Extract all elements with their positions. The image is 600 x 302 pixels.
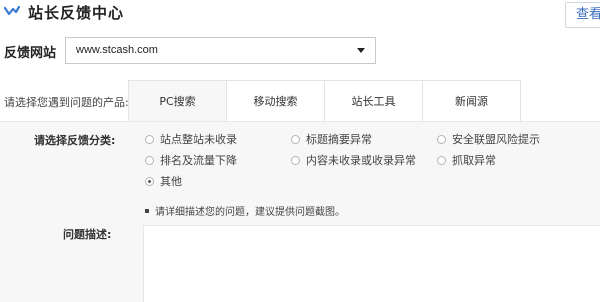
site-select-value: www.stcash.com: [76, 44, 158, 56]
description-textarea[interactable]: [143, 225, 600, 302]
bullet-icon: [145, 208, 149, 213]
radio-button-checked[interactable]: [145, 176, 154, 186]
option-label: 排名及流量下降: [160, 154, 237, 167]
view-button[interactable]: 查看: [565, 2, 600, 28]
tab-pc-search[interactable]: PC搜索: [128, 80, 227, 123]
site-select[interactable]: www.stcash.com: [65, 37, 376, 64]
tab-news-source[interactable]: 新闻源: [422, 80, 521, 122]
option-content-index-abnormal[interactable]: 内容未收录或收录异常: [291, 153, 416, 167]
option-label: 标题摘要异常: [306, 133, 372, 146]
tab-mobile-search[interactable]: 移动搜索: [226, 80, 325, 122]
option-ranking-traffic-drop[interactable]: 排名及流量下降: [145, 153, 237, 167]
option-crawl-abnormal[interactable]: 抓取异常: [437, 153, 496, 167]
feedback-panel: 请选择反馈分类: 站点整站未收录 标题摘要异常 安全联盟风险提示 排名及流量下降…: [0, 121, 600, 302]
category-label: 请选择反馈分类:: [34, 134, 116, 147]
feedback-site-label: 反馈网站: [4, 46, 57, 61]
radio-button[interactable]: [291, 134, 300, 144]
option-label: 站点整站未收录: [160, 133, 237, 146]
tab-webmaster-tools[interactable]: 站长工具: [324, 80, 423, 122]
checkmark-logo-icon: [4, 6, 20, 16]
description-label: 问题描述:: [63, 228, 112, 241]
product-tabs: PC搜索 移动搜索 站长工具 新闻源: [128, 80, 521, 123]
option-label: 内容未收录或收录异常: [306, 154, 416, 167]
product-label: 请选择您遇到问题的产品:: [4, 96, 129, 109]
option-label: 其他: [160, 175, 182, 188]
option-title-summary-abnormal[interactable]: 标题摘要异常: [291, 132, 372, 146]
page-title: 站长反馈中心: [28, 4, 125, 22]
radio-button[interactable]: [145, 134, 154, 144]
option-other[interactable]: 其他: [145, 174, 182, 188]
radio-button[interactable]: [437, 134, 446, 144]
radio-button[interactable]: [291, 155, 300, 165]
option-label: 抓取异常: [452, 154, 496, 167]
radio-button[interactable]: [437, 155, 446, 165]
chevron-down-icon: [357, 48, 365, 53]
hint-text: 请详细描述您的问题，建议提供问题截图。: [145, 203, 345, 218]
option-site-not-indexed[interactable]: 站点整站未收录: [145, 132, 237, 146]
hint-label: 请详细描述您的问题，建议提供问题截图。: [155, 207, 345, 218]
option-label: 安全联盟风险提示: [452, 133, 540, 146]
radio-button[interactable]: [145, 155, 154, 165]
option-security-alliance-risk[interactable]: 安全联盟风险提示: [437, 132, 540, 146]
